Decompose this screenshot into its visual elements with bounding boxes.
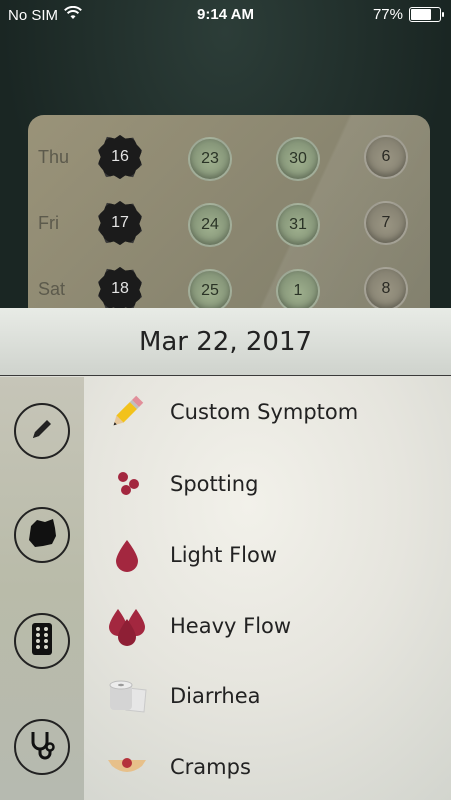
pill-row-fri: Fri 17 24 31 7 [28,195,430,255]
pill-active[interactable]: 30 [276,137,320,181]
pencil-icon [106,391,148,433]
pill-inactive[interactable]: 8 [364,267,408,311]
symptom-item-light-flow[interactable]: Light Flow [84,522,451,588]
pill-number: 17 [111,214,129,231]
pill-inactive[interactable]: 6 [364,135,408,179]
pill-number: 23 [201,150,219,167]
battery-icon [409,7,444,22]
pill-number: 24 [201,216,219,233]
pill-number: 31 [289,216,307,233]
symptom-label: Light Flow [170,543,278,567]
sheet-header: Mar 22, 2017 [0,308,451,376]
symptom-item-spotting[interactable]: Spotting [84,451,451,517]
symptom-item-custom[interactable]: Custom Symptom [84,379,451,445]
pill-number: 8 [381,280,391,297]
pill-pack[interactable]: Thu 16 23 30 6 Fri 17 24 31 7 Sat 18 25 … [28,115,430,325]
symptom-item-cramps[interactable]: Cramps [84,734,451,800]
symptom-label: Custom Symptom [170,400,359,424]
day-label: Thu [38,147,70,167]
pencil-icon [28,415,56,447]
pill-row-thu: Thu 16 23 30 6 [28,129,430,189]
drop-icon [106,534,148,576]
pill-active[interactable]: 25 [188,269,232,313]
stethoscope-icon [25,728,59,766]
symptom-label: Heavy Flow [170,614,292,638]
pill-inactive[interactable]: 7 [364,201,408,245]
pill-number: 7 [381,214,391,231]
pill-taken[interactable]: 17 [98,201,142,245]
symptom-label: Cramps [170,755,251,779]
pill-number: 25 [201,282,219,299]
category-rail [0,377,84,800]
pill-active[interactable]: 24 [188,203,232,247]
torn-patch-icon [25,516,59,554]
pill-number: 18 [111,280,129,297]
battery-percent: 77% [372,6,403,23]
pill-number: 30 [289,150,307,167]
symptom-label: Diarrhea [170,684,261,708]
pill-number: 1 [293,282,303,299]
symptom-item-heavy-flow[interactable]: Heavy Flow [84,593,451,659]
pill-active[interactable]: 31 [276,203,320,247]
symptom-sheet: Mar 22, 2017 Custom Symptom Spotting Lig… [0,308,451,800]
rail-pencil-button[interactable] [14,403,70,459]
pill-taken[interactable]: 16 [98,135,142,179]
symptom-list: Custom Symptom Spotting Light Flow Heavy… [84,377,451,800]
drops-icon [106,605,148,647]
pill-active[interactable]: 23 [188,137,232,181]
day-label: Sat [38,279,66,299]
toilet-paper-icon [106,675,148,717]
rail-patch-button[interactable] [14,507,70,563]
rail-health-button[interactable] [14,719,70,775]
symptom-item-diarrhea[interactable]: Diarrhea [84,663,451,729]
pill-taken[interactable]: 18 [98,267,142,311]
battery-fill [411,9,431,20]
rail-pillpack-button[interactable] [14,613,70,669]
cramps-icon [106,746,148,788]
pill-pack-icon [31,622,53,660]
status-right: 77% [372,6,444,23]
symptom-label: Spotting [170,472,259,496]
day-label: Fri [38,213,59,233]
pill-number: 16 [111,148,129,165]
pill-active[interactable]: 1 [276,269,320,313]
dots-icon [106,463,148,505]
selected-date: Mar 22, 2017 [138,326,313,357]
pill-number: 6 [381,148,391,165]
status-bar: No SIM 9:14 AM 77% [0,0,451,30]
